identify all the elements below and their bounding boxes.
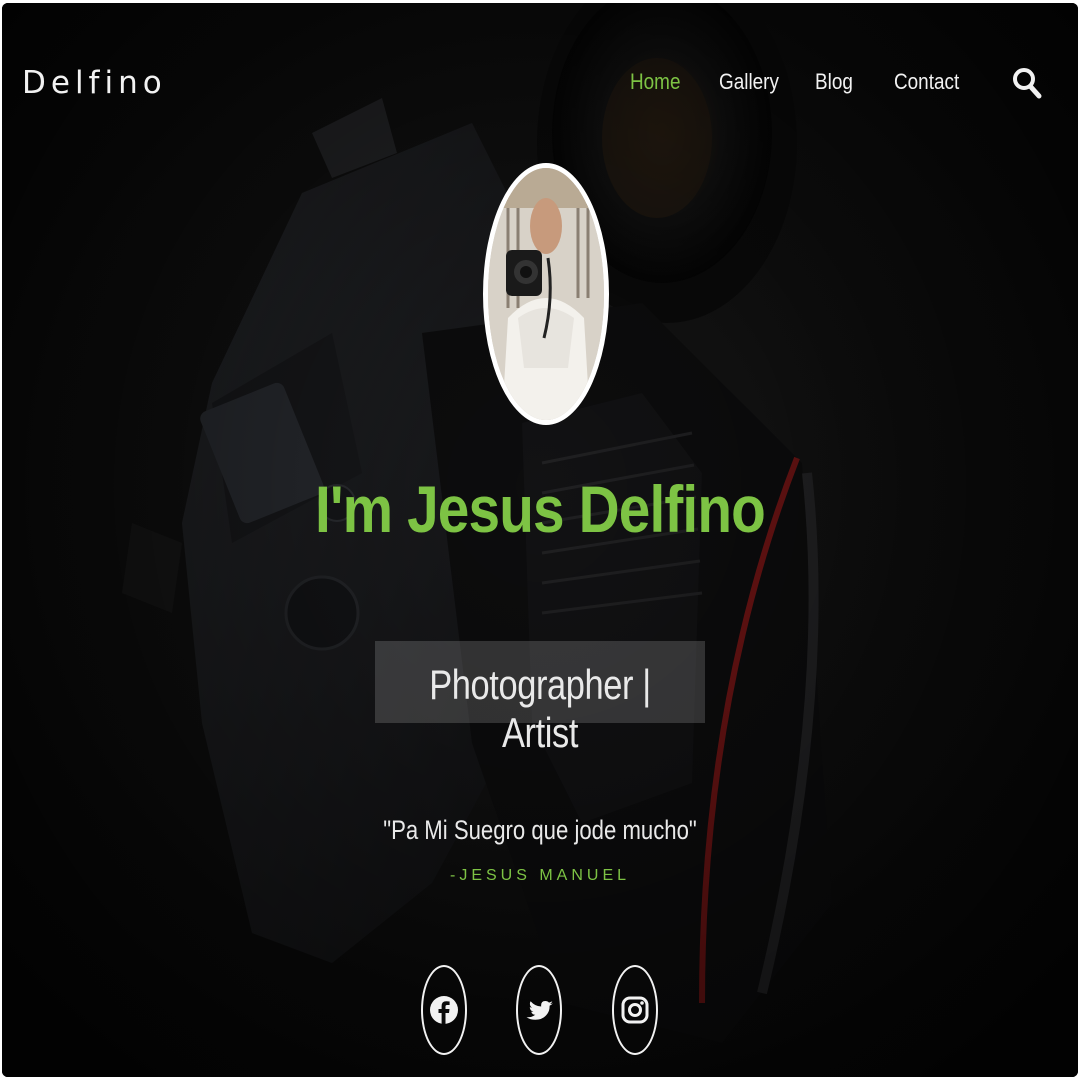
nav-menu: Home Gallery Blog Contact — [2, 69, 1078, 103]
nav-item-gallery[interactable]: Gallery — [719, 69, 779, 95]
profile-avatar — [483, 163, 609, 425]
nav-item-contact[interactable]: Contact — [894, 69, 959, 95]
top-navbar: Delfino Home Gallery Blog Contact — [2, 3, 1078, 163]
instagram-icon — [621, 996, 649, 1024]
search-icon — [1013, 68, 1042, 99]
twitter-icon — [526, 1001, 553, 1020]
profile-photo — [488, 168, 604, 420]
nav-item-blog[interactable]: Blog — [815, 69, 853, 95]
hero-title: I'm Jesus Delfino — [315, 472, 766, 546]
role-banner: Photographer | Artist — [375, 641, 705, 756]
facebook-icon — [430, 996, 458, 1024]
quote-author: -JESUS MANUEL — [449, 867, 631, 884]
role-text: Photographer | Artist — [429, 661, 651, 756]
search-button[interactable] — [1010, 63, 1044, 103]
facebook-link[interactable] — [421, 965, 467, 1055]
instagram-link[interactable] — [612, 965, 658, 1055]
nav-item-home[interactable]: Home — [630, 69, 680, 95]
twitter-link[interactable] — [516, 965, 562, 1055]
page-frame: Delfino Home Gallery Blog Contact I'm Je… — [2, 3, 1078, 1077]
quote-text: "Pa Mi Suegro que jode mucho" — [383, 815, 697, 845]
